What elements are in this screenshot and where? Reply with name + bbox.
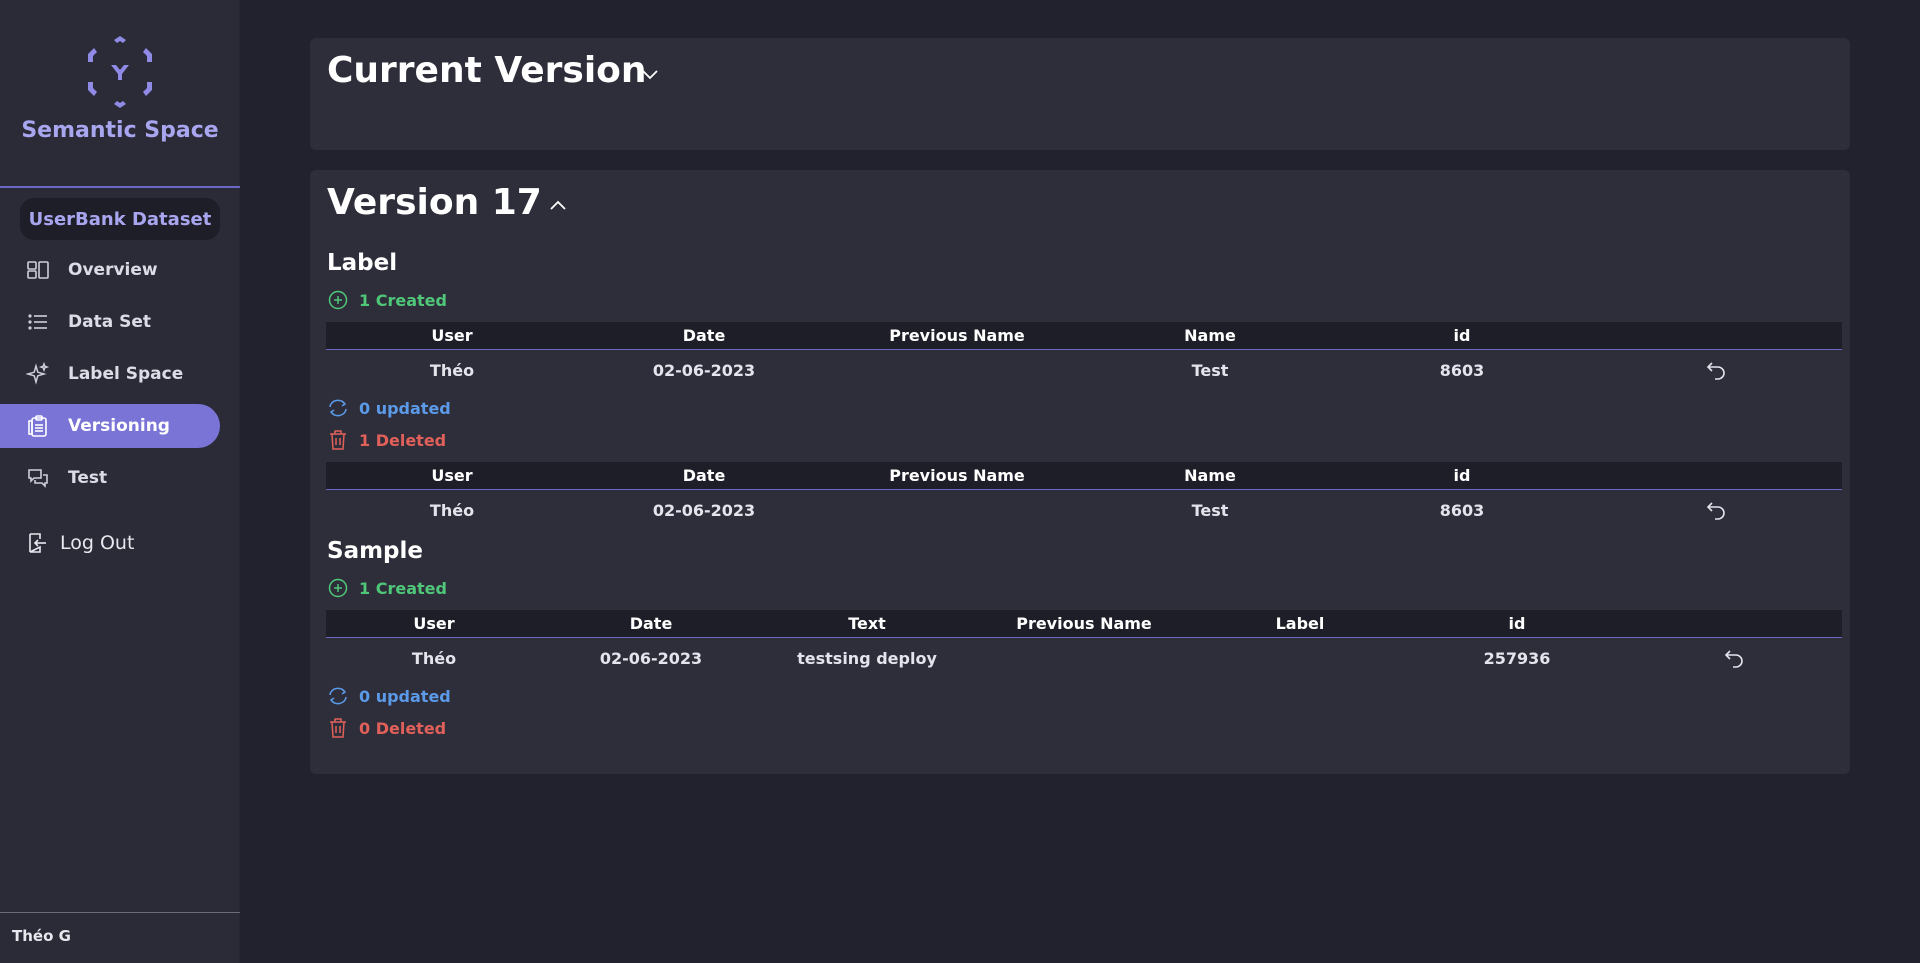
cell-user: Théo	[429, 360, 475, 380]
trash-icon	[327, 429, 349, 451]
sample-created-table: User Date Text Previous Name Label id Th…	[326, 610, 1842, 678]
created-status: 1 Created	[327, 576, 447, 600]
updated-status: 0 updated	[327, 396, 451, 420]
table-header: User Date Text Previous Name Label id	[326, 610, 1842, 638]
dataset-selector[interactable]: UserBank Dataset	[20, 198, 220, 240]
logout-icon	[26, 531, 50, 555]
section-title-sample: Sample	[327, 538, 423, 564]
app-logo	[0, 34, 240, 114]
trash-icon	[327, 717, 349, 739]
label-deleted-table: User Date Previous Name Name id Théo 02-…	[326, 462, 1842, 530]
sidebar-item-label: Overview	[68, 260, 158, 280]
sidebar: Semantic Space UserBank Dataset Overview…	[0, 0, 240, 963]
created-status: 1 Created	[327, 288, 447, 312]
cell-user: Théo	[429, 500, 475, 520]
column-header: Text	[848, 614, 886, 633]
logout-label: Log Out	[60, 532, 135, 554]
divider	[0, 912, 240, 913]
plus-circle-icon	[327, 577, 349, 599]
logout-button[interactable]: Log Out	[26, 528, 134, 558]
refresh-icon	[327, 397, 349, 419]
layout-icon	[26, 258, 50, 282]
table-row: Théo 02-06-2023 testsing deploy 257936	[326, 638, 1842, 678]
plus-circle-icon	[327, 289, 349, 311]
chevron-down-icon[interactable]	[640, 64, 660, 88]
deleted-status: 0 Deleted	[327, 716, 446, 740]
undo-icon[interactable]	[1705, 350, 1727, 390]
clipboard-icon	[26, 414, 50, 438]
cell-id: 8603	[1439, 360, 1485, 380]
sidebar-item-overview[interactable]: Overview	[0, 248, 220, 292]
created-label: 1 Created	[359, 290, 447, 310]
table-header: User Date Previous Name Name id	[326, 322, 1842, 350]
deleted-label: 1 Deleted	[359, 430, 447, 450]
column-header: Previous Name	[889, 326, 1025, 345]
cell-name: Test	[1191, 360, 1229, 380]
updated-label: 0 updated	[359, 398, 451, 418]
list-icon	[26, 310, 50, 334]
created-label: 1 Created	[359, 578, 447, 598]
chat-icon	[26, 466, 50, 490]
column-header: Date	[682, 326, 726, 345]
user-name: Théo G	[12, 927, 71, 945]
column-header: Name	[1184, 326, 1236, 345]
app-title: Semantic Space	[21, 118, 219, 143]
label-created-table: User Date Previous Name Name id Théo 02-…	[326, 322, 1842, 390]
undo-icon[interactable]	[1723, 638, 1745, 678]
column-header: Date	[682, 466, 726, 485]
updated-status: 0 updated	[327, 684, 451, 708]
cell-date: 02-06-2023	[652, 500, 756, 520]
chevron-up-icon[interactable]	[548, 196, 568, 220]
sparkles-icon	[26, 362, 50, 386]
column-header: User	[431, 466, 473, 485]
refresh-icon	[327, 685, 349, 707]
cell-id: 8603	[1439, 500, 1485, 520]
column-header: Date	[629, 614, 673, 633]
table-header: User Date Previous Name Name id	[326, 462, 1842, 490]
sidebar-item-label: Test	[68, 468, 108, 488]
cell-name: Test	[1191, 500, 1229, 520]
sidebar-item-label-space[interactable]: Label Space	[0, 352, 220, 396]
deleted-status: 1 Deleted	[327, 428, 446, 452]
cell-user: Théo	[411, 648, 457, 668]
sidebar-item-label: Versioning	[68, 416, 170, 436]
sidebar-item-label: Label Space	[68, 364, 184, 384]
sidebar-item-label: Data Set	[68, 312, 151, 332]
column-header: id	[1508, 614, 1526, 633]
table-row: Théo 02-06-2023 Test 8603	[326, 490, 1842, 530]
column-header: Previous Name	[889, 466, 1025, 485]
column-header: Name	[1184, 466, 1236, 485]
sidebar-item-test[interactable]: Test	[0, 456, 220, 500]
column-header: id	[1453, 466, 1471, 485]
cell-text: testsing deploy	[797, 648, 937, 668]
column-header: User	[431, 326, 473, 345]
divider	[0, 186, 240, 188]
deleted-label: 0 Deleted	[359, 718, 447, 738]
column-header: Previous Name	[1016, 614, 1152, 633]
sidebar-item-data-set[interactable]: Data Set	[0, 300, 220, 344]
updated-label: 0 updated	[359, 686, 451, 706]
card-title: Current Version	[327, 50, 647, 91]
table-row: Théo 02-06-2023 Test 8603	[326, 350, 1842, 390]
cell-date: 02-06-2023	[599, 648, 703, 668]
cell-date: 02-06-2023	[652, 360, 756, 380]
cell-id: 257936	[1483, 648, 1551, 668]
logo-icon	[88, 36, 152, 108]
sidebar-item-versioning[interactable]: Versioning	[0, 404, 220, 448]
section-title-label: Label	[327, 250, 398, 276]
column-header: id	[1453, 326, 1471, 345]
current-version-card: Current Version	[310, 38, 1850, 150]
column-header: Label	[1275, 614, 1325, 633]
column-header: User	[413, 614, 455, 633]
card-title: Version 17	[327, 182, 542, 223]
undo-icon[interactable]	[1705, 490, 1727, 530]
version-card: Version 17 Label 1 Created User Date Pre…	[310, 170, 1850, 774]
